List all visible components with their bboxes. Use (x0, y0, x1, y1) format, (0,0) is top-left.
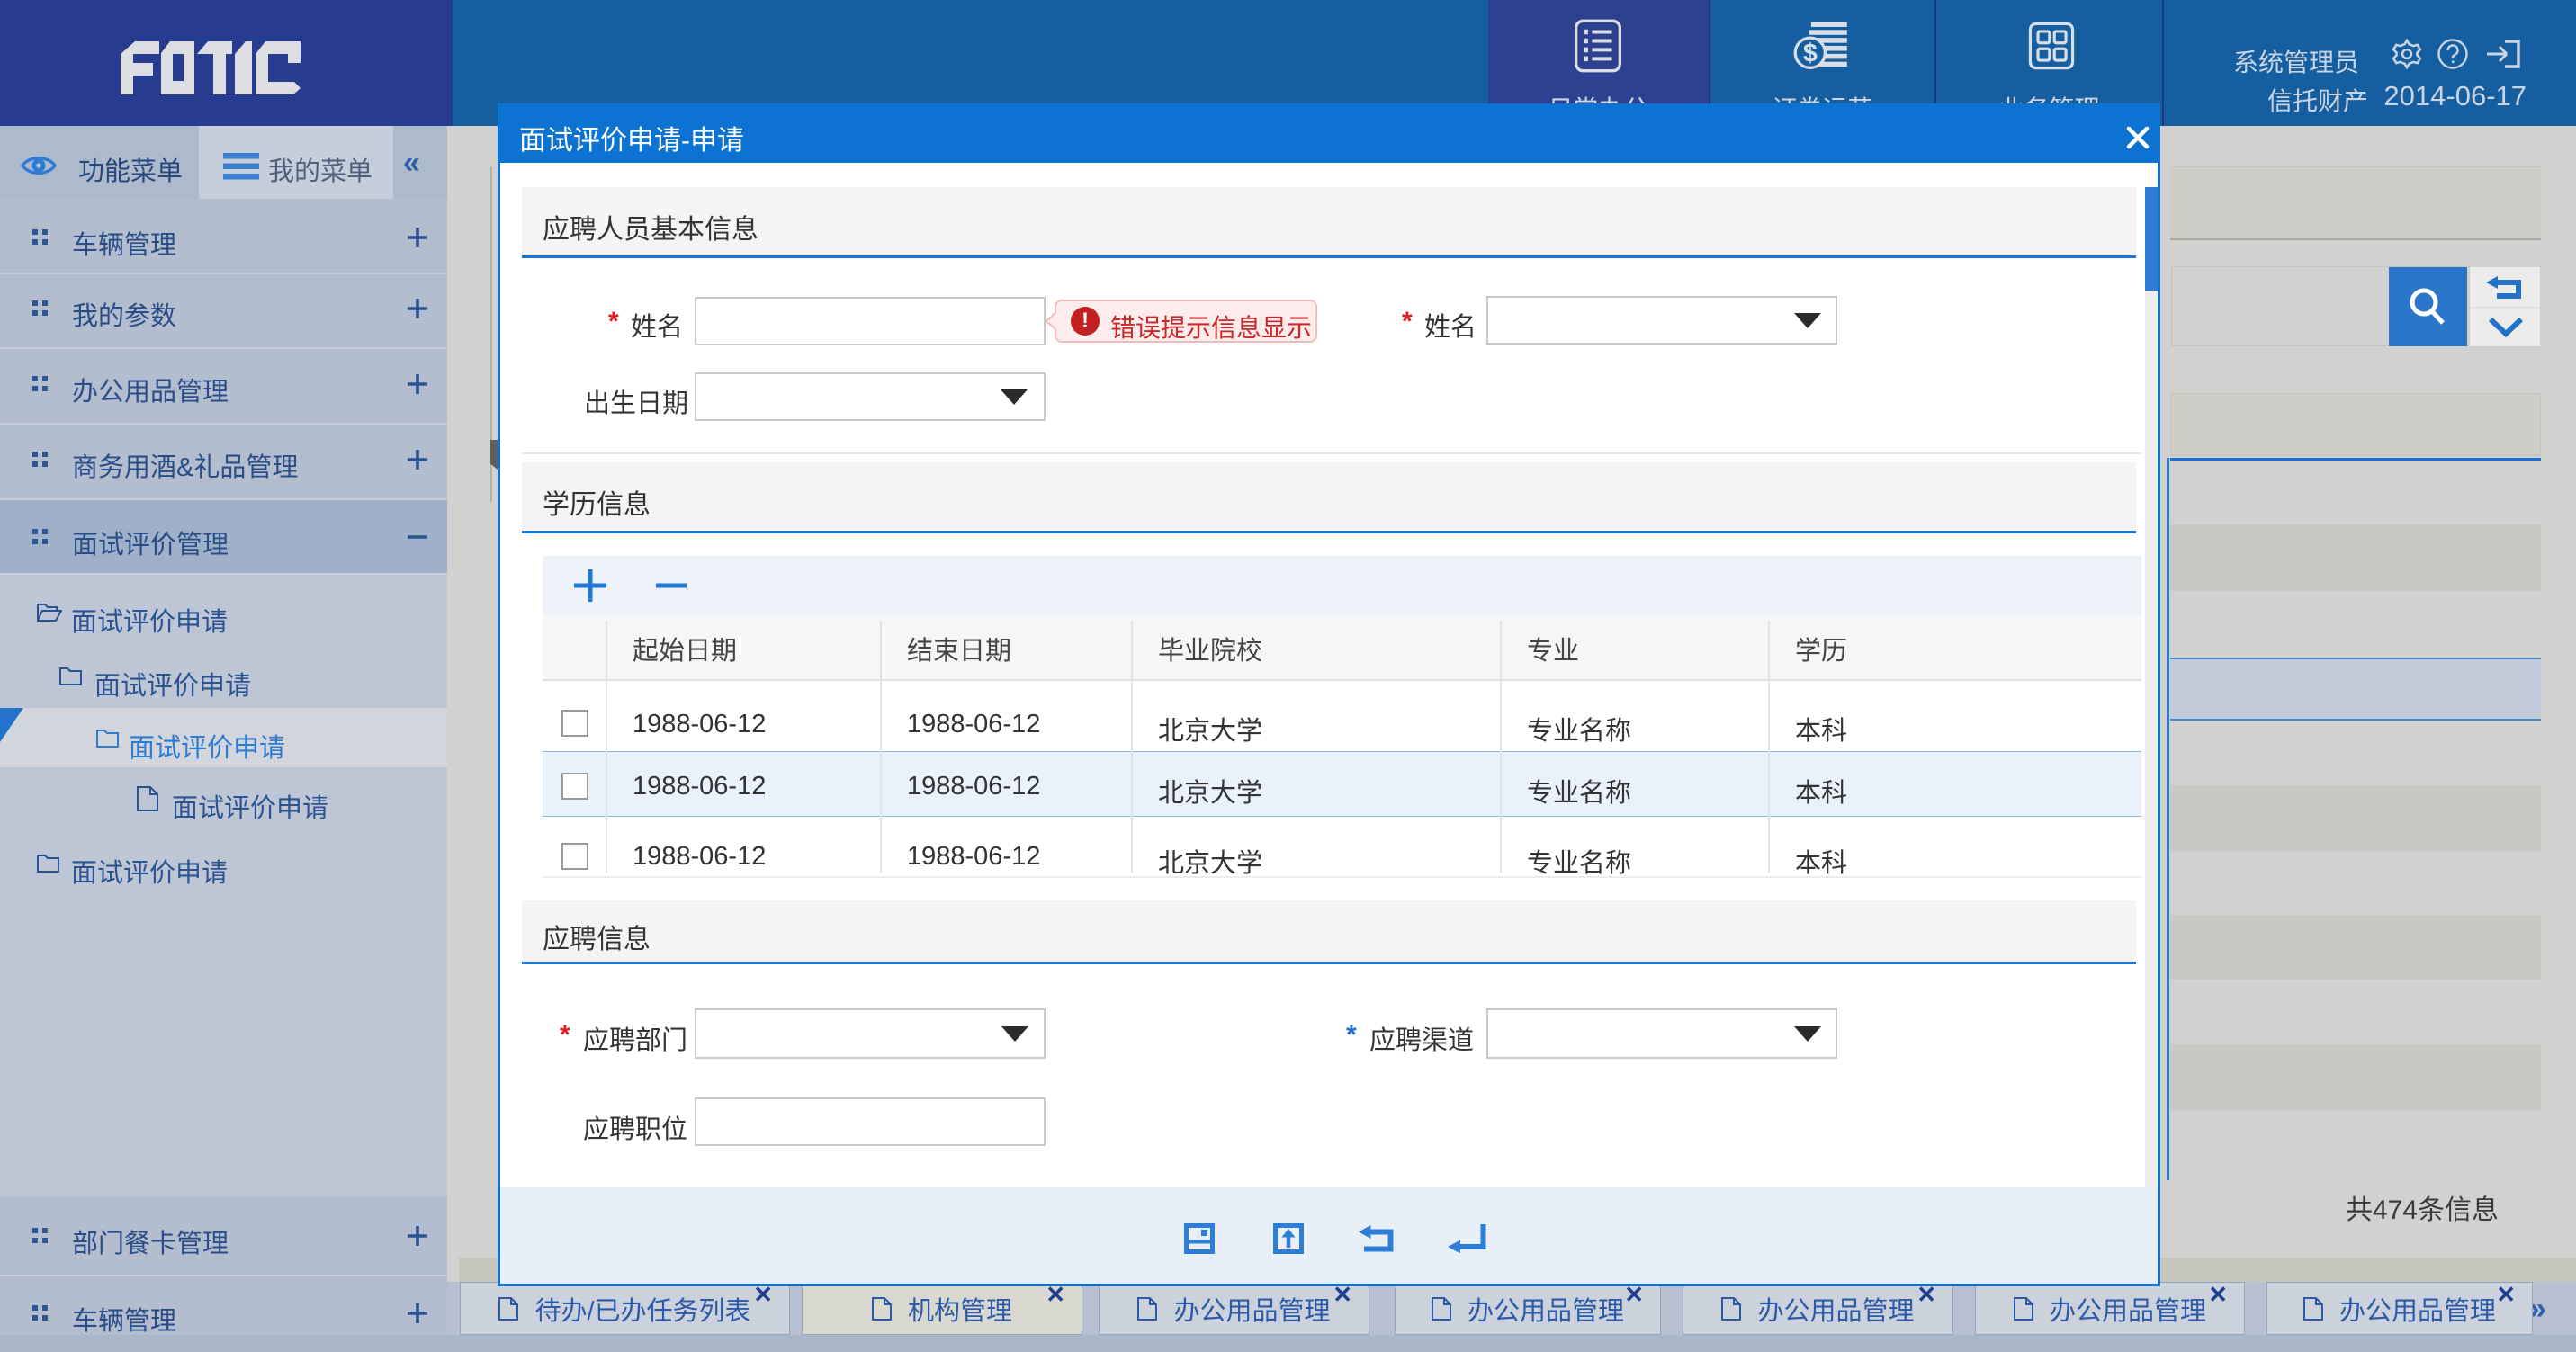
svg-text:$: $ (1803, 40, 1818, 68)
